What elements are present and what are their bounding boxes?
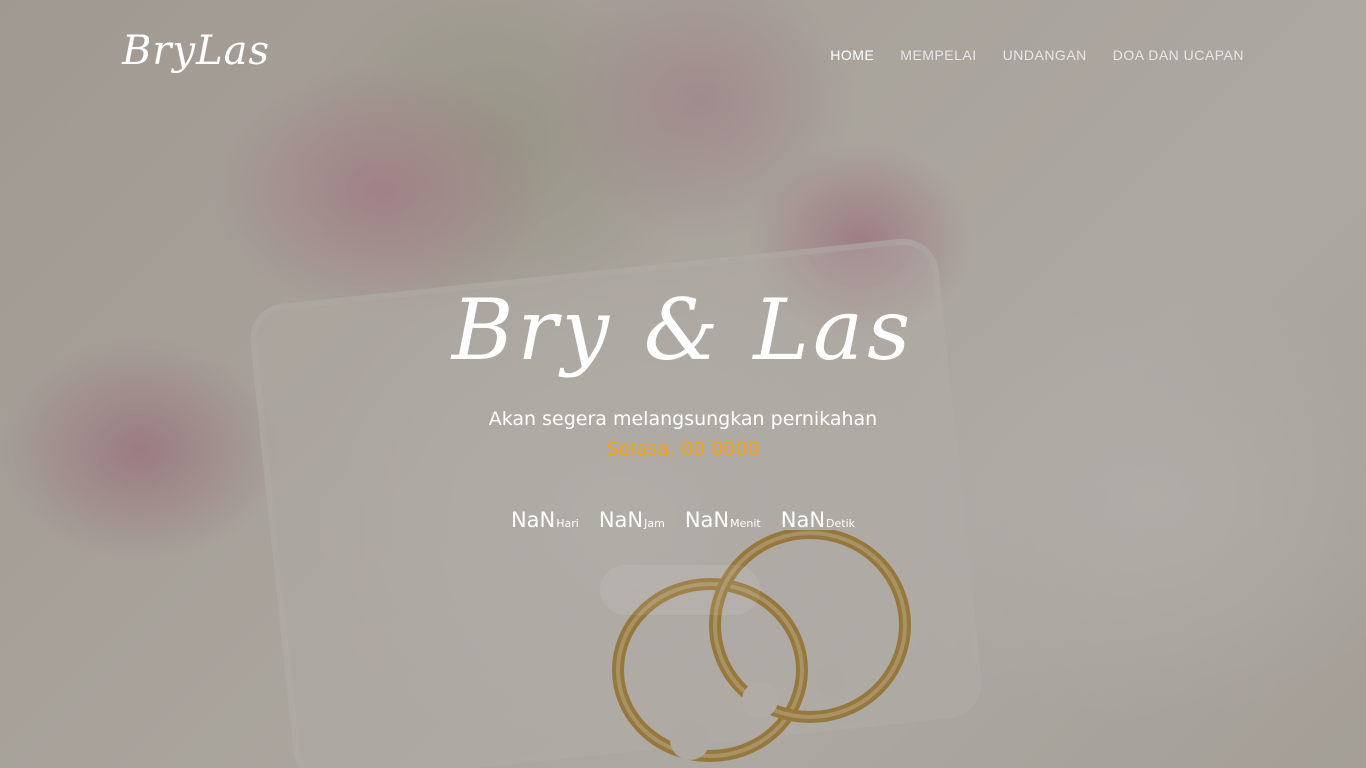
nav-menu: HOME MEMPELAI UNDANGAN DOA DAN UCAPAN	[830, 47, 1244, 63]
hero-action-button[interactable]	[600, 565, 760, 615]
wedding-date: Selasa, 00 0000	[606, 438, 760, 460]
nav-item-undangan[interactable]: UNDANGAN	[1003, 47, 1087, 63]
countdown-seconds-value: NaN	[780, 508, 826, 532]
countdown-minutes-label: Menit	[730, 517, 761, 530]
countdown-seconds: NaN Detik	[781, 508, 855, 532]
countdown-days-label: Hari	[556, 517, 579, 530]
top-navbar: BryLas HOME MEMPELAI UNDANGAN DOA DAN UC…	[0, 0, 1366, 112]
hero-tagline: Akan segera melangsungkan pernikahan	[488, 408, 878, 430]
countdown-minutes: NaN Menit	[685, 508, 761, 532]
nav-item-doa-dan-ucapan[interactable]: DOA DAN UCAPAN	[1113, 47, 1244, 63]
hero-content: Bry & Las Akan segera melangsungkan pern…	[0, 270, 1366, 532]
countdown-hours-value: NaN	[598, 508, 644, 532]
countdown-days-value: NaN	[510, 508, 556, 532]
nav-item-home[interactable]: HOME	[830, 47, 874, 63]
countdown-timer: NaN Hari NaN Jam NaN Menit NaN Detik	[0, 508, 1366, 532]
nav-item-mempelai[interactable]: MEMPELAI	[900, 47, 976, 63]
countdown-hours-label: Jam	[644, 517, 665, 530]
countdown-minutes-value: NaN	[684, 508, 730, 532]
countdown-hours: NaN Jam	[599, 508, 665, 532]
couple-name-heading: Bry & Las	[451, 281, 915, 379]
hero-section: BryLas HOME MEMPELAI UNDANGAN DOA DAN UC…	[0, 0, 1366, 768]
brand-logo[interactable]: BryLas	[122, 28, 270, 74]
countdown-days: NaN Hari	[511, 508, 579, 532]
countdown-seconds-label: Detik	[826, 517, 856, 530]
